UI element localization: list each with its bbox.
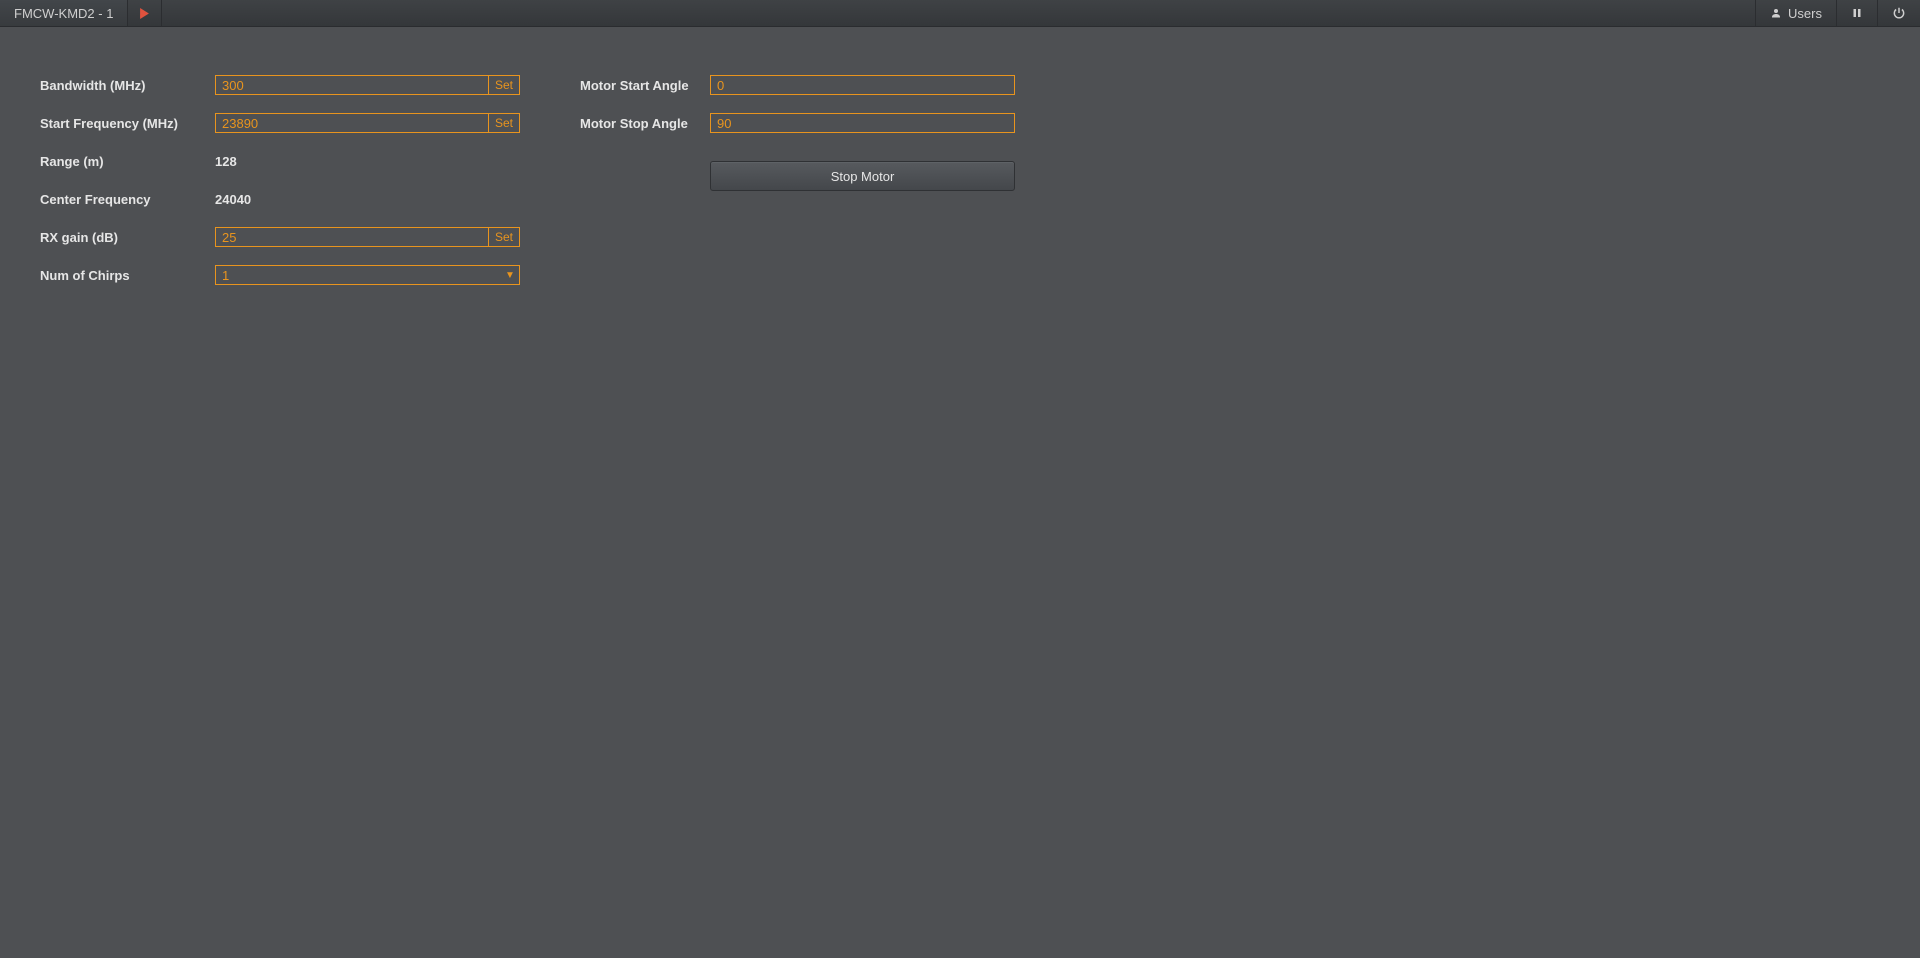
right-column: Motor Start Angle Motor Stop Angle Stop … bbox=[580, 75, 1015, 285]
app-tab-title: FMCW-KMD2 - 1 bbox=[14, 6, 113, 21]
pause-button[interactable] bbox=[1836, 0, 1877, 26]
start-frequency-label: Start Frequency (MHz) bbox=[40, 116, 215, 131]
bandwidth-input[interactable] bbox=[215, 75, 488, 95]
range-value: 128 bbox=[215, 154, 237, 169]
rx-gain-row: RX gain (dB) Set bbox=[40, 227, 520, 247]
bandwidth-row: Bandwidth (MHz) Set bbox=[40, 75, 520, 95]
top-bar-right: Users bbox=[1755, 0, 1920, 26]
power-icon bbox=[1892, 6, 1906, 20]
num-chirps-label: Num of Chirps bbox=[40, 268, 215, 283]
motor-start-input[interactable] bbox=[710, 75, 1015, 95]
motor-stop-input[interactable] bbox=[710, 113, 1015, 133]
stop-motor-row: Stop Motor bbox=[580, 161, 1015, 191]
start-frequency-input[interactable] bbox=[215, 113, 488, 133]
users-label: Users bbox=[1788, 6, 1822, 21]
play-icon bbox=[139, 8, 150, 19]
motor-stop-label: Motor Stop Angle bbox=[580, 116, 710, 131]
bandwidth-set-button[interactable]: Set bbox=[488, 75, 520, 95]
start-frequency-row: Start Frequency (MHz) Set bbox=[40, 113, 520, 133]
app-tab[interactable]: FMCW-KMD2 - 1 bbox=[0, 0, 128, 26]
start-frequency-field-group: Set bbox=[215, 113, 520, 133]
pause-icon bbox=[1851, 7, 1863, 19]
users-button[interactable]: Users bbox=[1755, 0, 1836, 26]
content-area: Bandwidth (MHz) Set Start Frequency (MHz… bbox=[0, 27, 1920, 333]
motor-stop-row: Motor Stop Angle bbox=[580, 113, 1015, 133]
center-frequency-label: Center Frequency bbox=[40, 192, 215, 207]
bandwidth-field-group: Set bbox=[215, 75, 520, 95]
play-button[interactable] bbox=[128, 0, 162, 26]
num-chirps-value: 1 bbox=[216, 268, 501, 283]
rx-gain-set-button[interactable]: Set bbox=[488, 227, 520, 247]
center-frequency-value: 24040 bbox=[215, 192, 251, 207]
center-frequency-row: Center Frequency 24040 bbox=[40, 189, 520, 209]
motor-start-row: Motor Start Angle bbox=[580, 75, 1015, 95]
power-button[interactable] bbox=[1877, 0, 1920, 26]
left-column: Bandwidth (MHz) Set Start Frequency (MHz… bbox=[40, 75, 520, 285]
chevron-down-icon: ▼ bbox=[501, 270, 519, 281]
num-chirps-select[interactable]: 1 ▼ bbox=[215, 265, 520, 285]
start-frequency-set-button[interactable]: Set bbox=[488, 113, 520, 133]
range-row: Range (m) 128 bbox=[40, 151, 520, 171]
num-chirps-row: Num of Chirps 1 ▼ bbox=[40, 265, 520, 285]
top-bar-left: FMCW-KMD2 - 1 bbox=[0, 0, 162, 26]
top-bar: FMCW-KMD2 - 1 Users bbox=[0, 0, 1920, 27]
motor-start-label: Motor Start Angle bbox=[580, 78, 710, 93]
rx-gain-input[interactable] bbox=[215, 227, 488, 247]
rx-gain-label: RX gain (dB) bbox=[40, 230, 215, 245]
user-icon bbox=[1770, 7, 1782, 19]
range-label: Range (m) bbox=[40, 154, 215, 169]
stop-motor-button[interactable]: Stop Motor bbox=[710, 161, 1015, 191]
rx-gain-field-group: Set bbox=[215, 227, 520, 247]
bandwidth-label: Bandwidth (MHz) bbox=[40, 78, 215, 93]
